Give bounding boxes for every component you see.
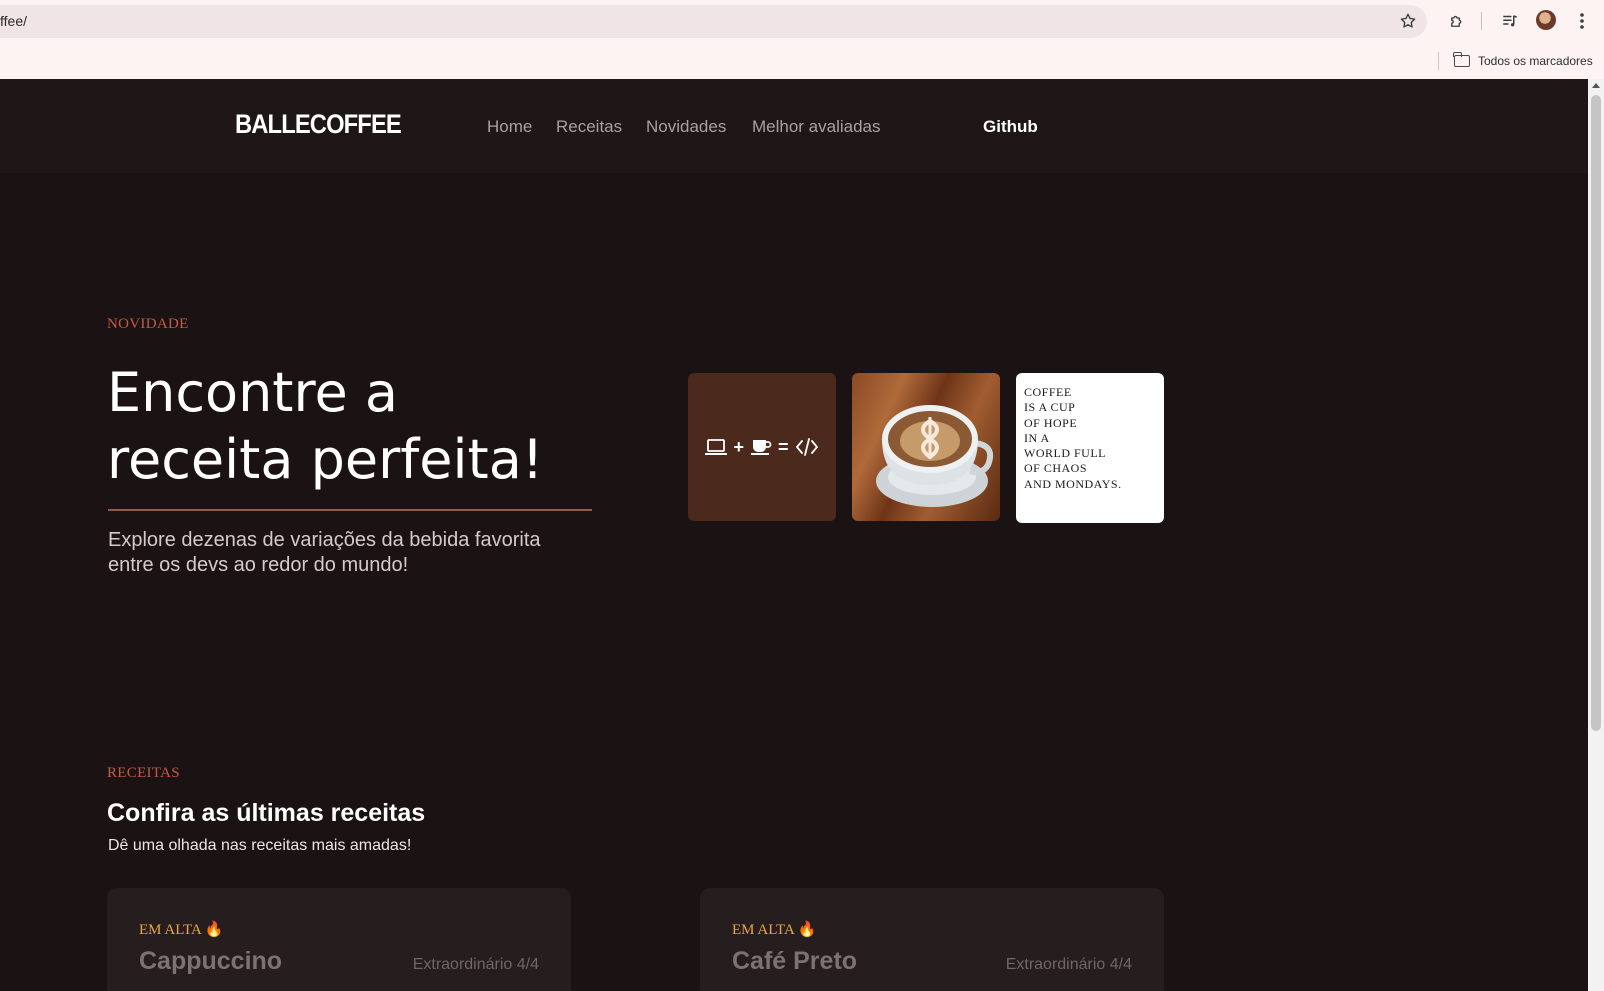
recipe-card-title: Cappuccino [139,947,283,975]
site-navbar: BALLECOFFEE Home Receitas Novidades Melh… [0,79,1588,173]
recipes-eyebrow: RECEITAS [107,765,180,781]
page-content: BALLECOFFEE Home Receitas Novidades Melh… [0,79,1588,991]
page-scrollbar[interactable] [1588,79,1604,991]
all-bookmarks-link[interactable]: Todos os marcadores [1478,54,1593,68]
hero-title: Encontre a receita perfeita! [107,359,627,493]
address-bar[interactable]: ffee/ [0,5,1427,38]
recipes-subtitle: Dê uma olhada nas receitas mais amadas! [108,837,412,854]
recipe-card-title: Café Preto [732,947,858,975]
kebab-menu-icon[interactable] [1571,10,1593,32]
bookmarks-divider [1438,52,1439,70]
quote-line: IN A [1024,430,1050,445]
code-icon [795,438,818,456]
scroll-up-arrow-icon[interactable] [1592,83,1600,88]
hero-title-line-2: receita perfeita! [107,428,544,491]
nav-link-receitas[interactable]: Receitas [556,117,622,137]
quote-line: COFFEE [1024,385,1072,399]
hero-subtitle-line-2: entre os devs ao redor do mundo! [108,554,409,576]
recipe-card-rating: Extraordinário 4/4 [1005,956,1132,973]
coffee-cup-icon [751,440,772,455]
latte-art-photo [852,373,1000,521]
scrollbar-thumb[interactable] [1591,95,1601,731]
extensions-icon[interactable] [1446,10,1468,32]
hero-divider [108,509,592,511]
coffee-quote-tile: COFFEE IS A CUP OF HOPE IN A WORLD FULL … [1016,373,1164,523]
quote-line: OF HOPE [1024,415,1078,430]
github-link[interactable]: Github [983,117,1038,137]
hero-subtitle: Explore dezenas de variações da bebida f… [108,528,588,578]
recipe-card-cafe-preto[interactable]: EM ALTA 🔥 Café Preto Extraordinário 4/4 [700,888,1164,991]
nav-link-novidades[interactable]: Novidades [646,117,726,137]
browser-toolbar: ffee/ [0,0,1604,44]
site-logo[interactable]: BALLECOFFEE [235,109,402,140]
quote-line: OF CHAOS [1024,461,1088,476]
quote-line: AND MONDAYS. [1024,476,1122,491]
recipe-card-cappuccino[interactable]: EM ALTA 🔥 Cappuccino Extraordinário 4/4 [107,888,571,991]
recipe-card-rating: Extraordinário 4/4 [412,956,539,973]
trending-badge: EM ALTA 🔥 [139,922,224,938]
plus-sign: + [733,436,744,457]
dev-coffee-tile: + = [688,373,836,521]
nav-link-home[interactable]: Home [487,117,532,137]
nav-link-melhor-avaliadas[interactable]: Melhor avaliadas [752,117,881,137]
media-icon[interactable] [1499,10,1521,32]
bookmarks-bar: Todos os marcadores [0,44,1604,79]
avatar[interactable] [1536,10,1556,30]
latte-cup-illustration [876,405,994,507]
recipes-title: Confira as últimas receitas [107,799,426,827]
quote-line: IS A CUP [1024,400,1076,415]
laptop-icon [705,439,728,455]
quote-line: WORLD FULL [1024,446,1106,461]
folder-icon[interactable] [1453,52,1470,67]
hero-eyebrow: NOVIDADE [107,316,189,332]
trending-badge: EM ALTA 🔥 [732,922,817,938]
hero-subtitle-line-1: Explore dezenas de variações da bebida f… [108,529,541,551]
toolbar-divider [1481,12,1482,30]
equals-sign: = [778,436,789,457]
hero-title-line-1: Encontre a [107,361,398,424]
url-text[interactable]: ffee/ [0,13,27,29]
star-icon[interactable] [1397,10,1419,32]
